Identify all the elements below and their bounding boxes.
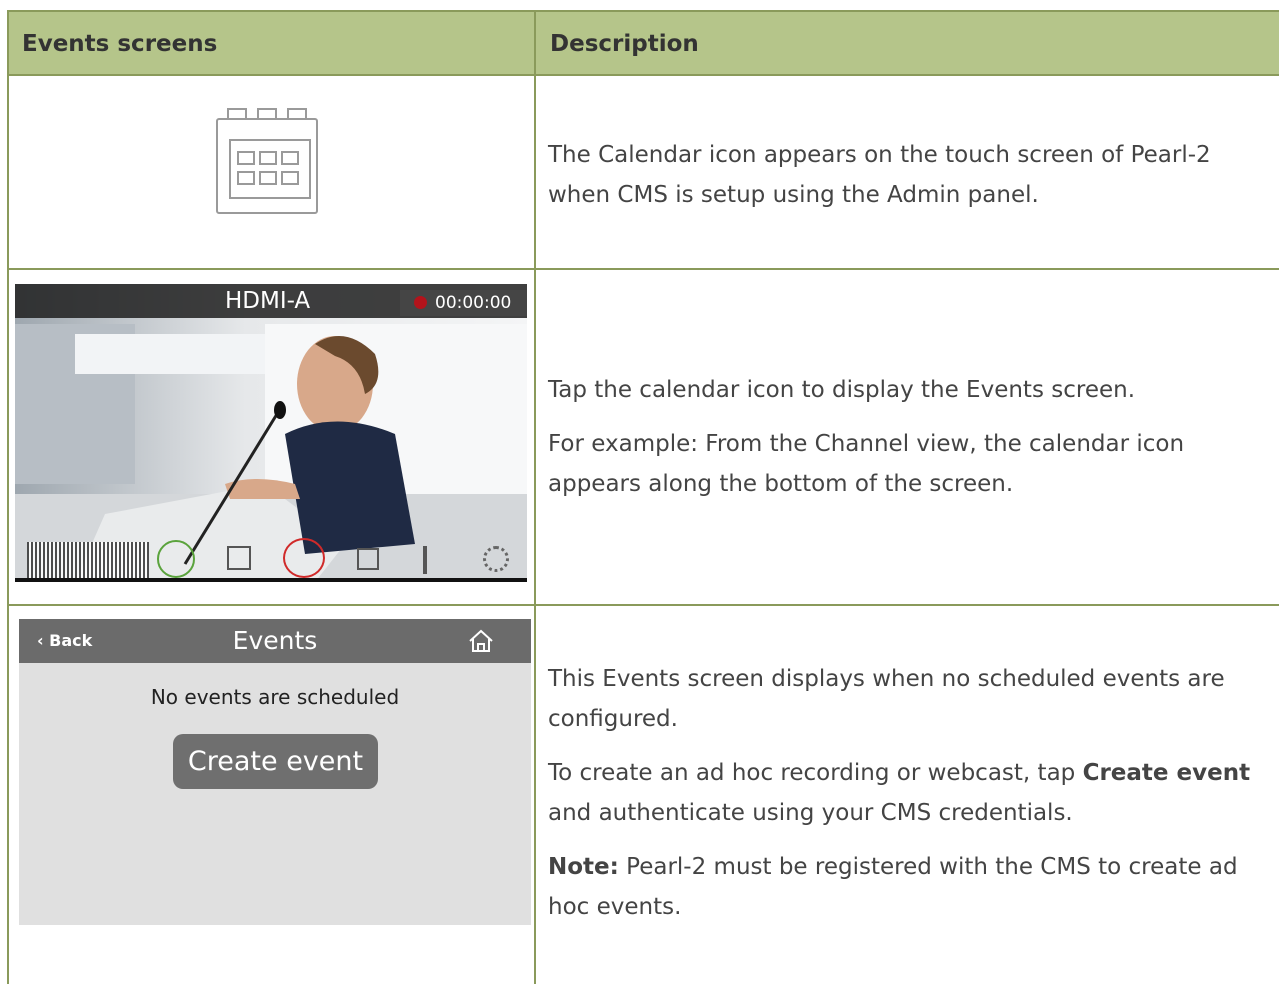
header-events-screens: Events screens [22, 30, 218, 57]
table-divider [7, 268, 1279, 270]
no-events-message: No events are scheduled [150, 685, 400, 709]
table-column-divider [534, 10, 536, 984]
table-border-left [7, 10, 9, 984]
events-title: Events [232, 626, 318, 655]
row3-p2-text-end: and authenticate using your CMS credenti… [548, 800, 1073, 826]
row1-description: The Calendar icon appears on the touch s… [548, 135, 1273, 229]
channel-name: HDMI-A [225, 288, 311, 314]
note-label: Note: [548, 854, 619, 880]
row2-description: Tap the calendar icon to display the Eve… [548, 370, 1273, 518]
note-text: Pearl-2 must be registered with the CMS … [548, 854, 1238, 920]
layout-icon[interactable] [357, 548, 379, 570]
recording-timer: 00:00:00 [400, 290, 527, 316]
row3-p2: To create an ad hoc recording or webcast… [548, 753, 1273, 833]
timer-value: 00:00:00 [435, 293, 512, 313]
events-title-bar: ‹ Back Events [19, 619, 531, 663]
stop-icon[interactable] [227, 546, 251, 570]
gear-icon[interactable] [483, 546, 509, 572]
row2-p1: Tap the calendar icon to display the Eve… [548, 377, 1136, 403]
headphones-icon[interactable] [157, 540, 195, 578]
screen-bottom-edge [15, 578, 527, 582]
record-indicator-icon [414, 296, 427, 309]
home-icon[interactable] [468, 629, 494, 653]
row3-p2-text: To create an ad hoc recording or webcast… [548, 760, 1083, 786]
row3-p3: Note: Pearl-2 must be registered with th… [548, 847, 1273, 927]
row1-text: The Calendar icon appears on the touch s… [548, 142, 1211, 208]
touch-icon[interactable] [423, 546, 447, 574]
table-divider [7, 604, 1279, 606]
calendar-button-icon[interactable] [283, 538, 325, 578]
row2-p2: For example: From the Channel view, the … [548, 431, 1185, 497]
presenter-photo [15, 284, 527, 582]
table-divider [7, 74, 1279, 76]
audio-meter-icon[interactable] [27, 542, 149, 578]
table-border-top [7, 10, 1279, 12]
header-description: Description [550, 30, 699, 57]
create-event-button[interactable]: Create event [173, 734, 378, 789]
row3-p1: This Events screen displays when no sche… [548, 666, 1225, 732]
row3-description: This Events screen displays when no sche… [548, 659, 1273, 941]
calendar-icon [214, 106, 320, 216]
row3-p2-bold: Create event [1082, 760, 1251, 786]
channel-view-screenshot: HDMI-A 00:00:00 [15, 284, 527, 582]
events-screen-screenshot: ‹ Back Events No events are scheduled Cr… [19, 619, 531, 925]
